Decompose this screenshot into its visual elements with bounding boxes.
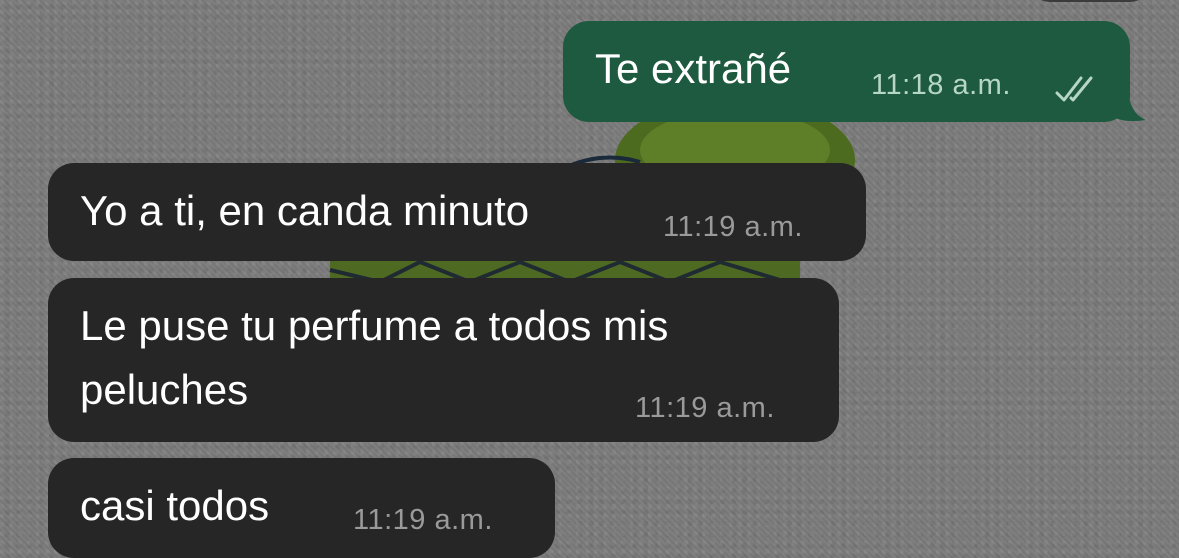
- message-text: Te extrañé: [595, 45, 792, 92]
- message-timestamp: 11:19 a.m.: [353, 504, 493, 536]
- outgoing-message-bubble[interactable]: Te extrañé 11:18 a.m.: [563, 21, 1130, 122]
- double-check-icon: [1055, 76, 1093, 102]
- message-timestamp: 11:19 a.m.: [663, 211, 803, 243]
- previous-message-bubble-edge: [1030, 0, 1150, 2]
- incoming-message-bubble[interactable]: Yo a ti, en canda minuto 11:19 a.m.: [48, 163, 866, 261]
- outgoing-bubble-tail: [1108, 90, 1146, 122]
- message-text: Yo a ti, en canda minuto: [80, 187, 530, 234]
- incoming-message-bubble[interactable]: casi todos 11:19 a.m.: [48, 458, 555, 558]
- message-text: casi todos: [80, 482, 270, 529]
- message-text: Le puse tu perfume a todos mis peluches: [80, 302, 669, 413]
- message-timestamp: 11:19 a.m.: [635, 392, 775, 424]
- message-timestamp: 11:18 a.m.: [871, 69, 1011, 101]
- incoming-message-bubble[interactable]: Le puse tu perfume a todos mis peluches …: [48, 278, 839, 442]
